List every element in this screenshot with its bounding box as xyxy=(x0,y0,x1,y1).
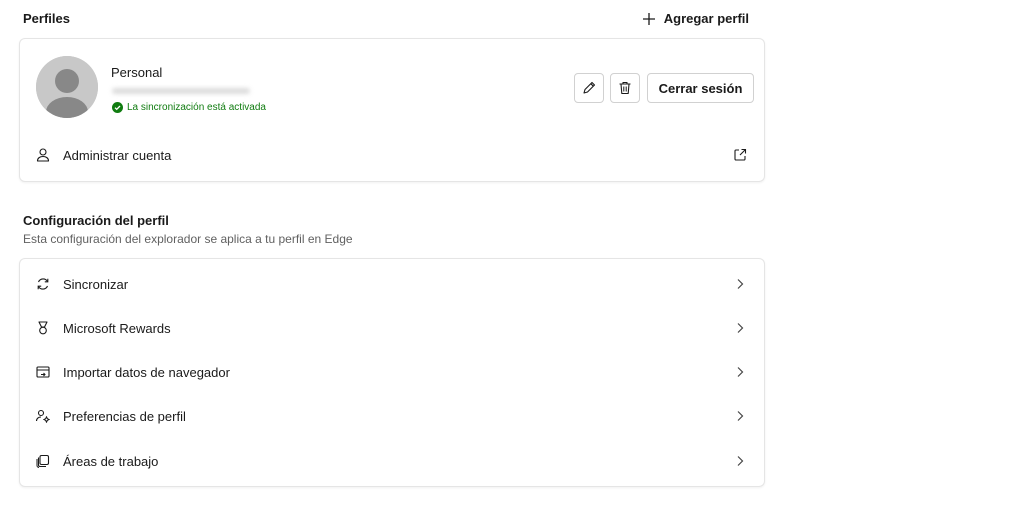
settings-item-label: Importar datos de navegador xyxy=(63,364,230,380)
settings-item-sync[interactable]: Sincronizar xyxy=(20,262,764,306)
open-external-icon xyxy=(732,147,748,163)
chevron-right-icon xyxy=(732,320,748,336)
plus-icon xyxy=(642,12,656,26)
profile-preferences-icon xyxy=(35,408,51,424)
import-data-icon xyxy=(35,364,51,380)
sync-icon xyxy=(35,276,51,292)
chevron-right-icon xyxy=(732,453,748,469)
settings-item-label: Microsoft Rewards xyxy=(63,320,171,336)
sync-status-text: La sincronización está activada xyxy=(127,102,266,113)
settings-item-profile-preferences[interactable]: Preferencias de perfil xyxy=(20,394,764,438)
profile-settings-header: Configuración del perfil Esta configurac… xyxy=(23,213,353,246)
trash-icon xyxy=(617,80,633,96)
chevron-right-icon xyxy=(732,276,748,292)
settings-item-workspaces[interactable]: Áreas de trabajo xyxy=(20,439,764,483)
profile-settings-title: Configuración del perfil xyxy=(23,213,169,228)
manage-account-label: Administrar cuenta xyxy=(63,147,172,163)
sync-status-badge: La sincronización está activada xyxy=(112,102,266,113)
redacted-email xyxy=(112,88,250,94)
sign-out-button[interactable]: Cerrar sesión xyxy=(647,73,754,103)
add-profile-button[interactable]: Agregar perfil xyxy=(642,11,749,26)
chevron-right-icon xyxy=(732,408,748,424)
manage-account-row[interactable]: Administrar cuenta xyxy=(20,138,764,172)
rewards-medal-icon xyxy=(35,320,51,336)
settings-item-microsoft-rewards[interactable]: Microsoft Rewards xyxy=(20,306,764,350)
profiles-header: Perfiles Agregar perfil xyxy=(23,11,765,29)
avatar xyxy=(36,56,98,118)
profile-settings-card: Sincronizar Microsoft Rewards Importar d… xyxy=(19,258,765,487)
settings-item-label: Áreas de trabajo xyxy=(63,453,159,469)
profile-card: Personal La sincronización está activada… xyxy=(19,38,765,182)
pencil-icon xyxy=(581,80,597,96)
edit-profile-button[interactable] xyxy=(574,73,604,103)
delete-profile-button[interactable] xyxy=(610,73,640,103)
profiles-settings-page: Perfiles Agregar perfil Personal La sinc… xyxy=(0,0,1024,514)
checkmark-circle-icon xyxy=(112,102,123,113)
profile-name: Personal xyxy=(111,65,163,80)
profile-settings-subtitle: Esta configuración del explorador se apl… xyxy=(23,232,353,246)
settings-item-import-browser-data[interactable]: Importar datos de navegador xyxy=(20,350,764,394)
add-profile-label: Agregar perfil xyxy=(663,11,749,26)
settings-item-label: Sincronizar xyxy=(63,276,129,292)
person-icon xyxy=(35,147,51,163)
chevron-right-icon xyxy=(732,364,748,380)
workspaces-icon xyxy=(35,453,51,469)
settings-item-label: Preferencias de perfil xyxy=(63,408,186,424)
